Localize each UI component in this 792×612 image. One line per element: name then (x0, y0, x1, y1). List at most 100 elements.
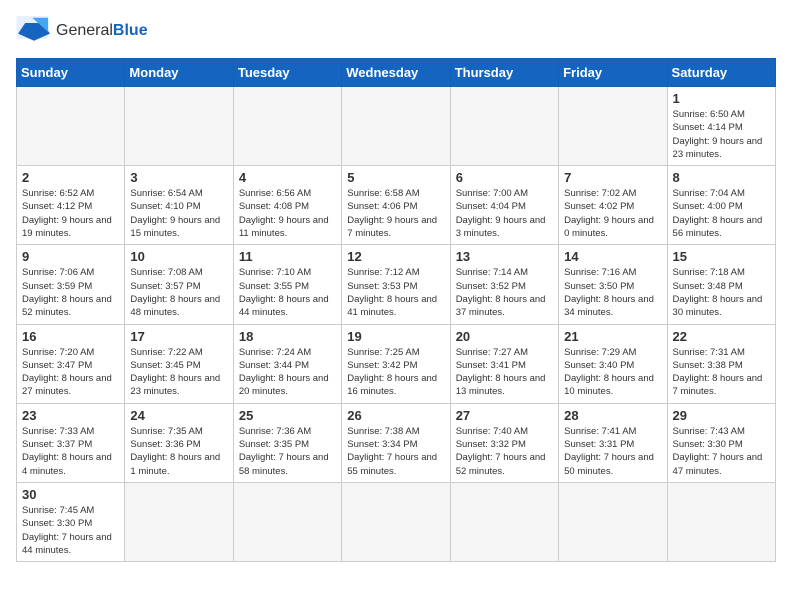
day-number: 27 (456, 408, 553, 423)
day-number: 18 (239, 329, 336, 344)
header-saturday: Saturday (667, 59, 775, 87)
day-info: Sunrise: 6:50 AM Sunset: 4:14 PM Dayligh… (673, 108, 770, 161)
day-info: Sunrise: 7:08 AM Sunset: 3:57 PM Dayligh… (130, 266, 227, 319)
calendar-cell (233, 87, 341, 166)
day-number: 5 (347, 170, 444, 185)
header-wednesday: Wednesday (342, 59, 450, 87)
day-info: Sunrise: 7:02 AM Sunset: 4:02 PM Dayligh… (564, 187, 661, 240)
day-number: 14 (564, 249, 661, 264)
calendar-cell: 26Sunrise: 7:38 AM Sunset: 3:34 PM Dayli… (342, 403, 450, 482)
day-info: Sunrise: 7:38 AM Sunset: 3:34 PM Dayligh… (347, 425, 444, 478)
logo: GeneralBlue (16, 16, 148, 46)
day-info: Sunrise: 7:04 AM Sunset: 4:00 PM Dayligh… (673, 187, 770, 240)
calendar-cell (450, 87, 558, 166)
day-info: Sunrise: 7:41 AM Sunset: 3:31 PM Dayligh… (564, 425, 661, 478)
day-number: 4 (239, 170, 336, 185)
day-number: 3 (130, 170, 227, 185)
calendar-cell: 28 Sunrise: 7:41 AM Sunset: 3:31 PM Dayli… (559, 403, 667, 482)
day-number: 13 (456, 249, 553, 264)
header: GeneralBlue (16, 16, 776, 46)
calendar-cell: 13Sunrise: 7:14 AM Sunset: 3:52 PM Dayli… (450, 245, 558, 324)
calendar-cell (667, 482, 775, 561)
day-info: Sunrise: 7:25 AM Sunset: 3:42 PM Dayligh… (347, 346, 444, 399)
calendar-cell: 6 Sunrise: 7:00 AM Sunset: 4:04 PM Daylig… (450, 166, 558, 245)
calendar-cell (559, 482, 667, 561)
day-number: 25 (239, 408, 336, 423)
header-monday: Monday (125, 59, 233, 87)
day-number: 29 (673, 408, 770, 423)
calendar-cell: 20Sunrise: 7:27 AM Sunset: 3:41 PM Dayli… (450, 324, 558, 403)
calendar-cell: 17Sunrise: 7:22 AM Sunset: 3:45 PM Dayli… (125, 324, 233, 403)
day-number: 1 (673, 91, 770, 106)
calendar-header-row: SundayMondayTuesdayWednesdayThursdayFrid… (17, 59, 776, 87)
calendar-week-row: 1 Sunrise: 6:50 AM Sunset: 4:14 PM Daylig… (17, 87, 776, 166)
calendar-week-row: 23Sunrise: 7:33 AM Sunset: 3:37 PM Dayli… (17, 403, 776, 482)
logo-text: GeneralBlue (56, 22, 148, 40)
day-number: 21 (564, 329, 661, 344)
day-info: Sunrise: 7:20 AM Sunset: 3:47 PM Dayligh… (22, 346, 119, 399)
day-info: Sunrise: 7:24 AM Sunset: 3:44 PM Dayligh… (239, 346, 336, 399)
day-info: Sunrise: 7:45 AM Sunset: 3:30 PM Dayligh… (22, 504, 119, 557)
calendar-cell: 5 Sunrise: 6:58 AM Sunset: 4:06 PM Daylig… (342, 166, 450, 245)
day-info: Sunrise: 6:52 AM Sunset: 4:12 PM Dayligh… (22, 187, 119, 240)
calendar-cell: 4 Sunrise: 6:56 AM Sunset: 4:08 PM Daylig… (233, 166, 341, 245)
day-number: 20 (456, 329, 553, 344)
calendar-week-row: 16 Sunrise: 7:20 AM Sunset: 3:47 PM Dayli… (17, 324, 776, 403)
day-info: Sunrise: 7:35 AM Sunset: 3:36 PM Dayligh… (130, 425, 227, 478)
day-number: 2 (22, 170, 119, 185)
day-info: Sunrise: 7:29 AM Sunset: 3:40 PM Dayligh… (564, 346, 661, 399)
calendar-cell: 11Sunrise: 7:10 AM Sunset: 3:55 PM Dayli… (233, 245, 341, 324)
calendar-cell: 9 Sunrise: 7:06 AM Sunset: 3:59 PM Daylig… (17, 245, 125, 324)
calendar-cell: 3 Sunrise: 6:54 AM Sunset: 4:10 PM Daylig… (125, 166, 233, 245)
day-info: Sunrise: 6:58 AM Sunset: 4:06 PM Dayligh… (347, 187, 444, 240)
calendar-cell: 27 Sunrise: 7:40 AM Sunset: 3:32 PM Dayli… (450, 403, 558, 482)
calendar-cell (125, 482, 233, 561)
day-number: 16 (22, 329, 119, 344)
day-number: 24 (130, 408, 227, 423)
day-info: Sunrise: 7:18 AM Sunset: 3:48 PM Dayligh… (673, 266, 770, 319)
calendar-cell: 7 Sunrise: 7:02 AM Sunset: 4:02 PM Daylig… (559, 166, 667, 245)
calendar-cell: 19 Sunrise: 7:25 AM Sunset: 3:42 PM Dayli… (342, 324, 450, 403)
day-info: Sunrise: 7:31 AM Sunset: 3:38 PM Dayligh… (673, 346, 770, 399)
calendar-table: SundayMondayTuesdayWednesdayThursdayFrid… (16, 58, 776, 562)
calendar-cell: 15 Sunrise: 7:18 AM Sunset: 3:48 PM Dayli… (667, 245, 775, 324)
calendar-cell: 16 Sunrise: 7:20 AM Sunset: 3:47 PM Dayli… (17, 324, 125, 403)
calendar-week-row: 30Sunrise: 7:45 AM Sunset: 3:30 PM Dayli… (17, 482, 776, 561)
calendar-cell (559, 87, 667, 166)
day-info: Sunrise: 7:43 AM Sunset: 3:30 PM Dayligh… (673, 425, 770, 478)
day-number: 8 (673, 170, 770, 185)
day-number: 7 (564, 170, 661, 185)
calendar-cell (125, 87, 233, 166)
day-info: Sunrise: 6:56 AM Sunset: 4:08 PM Dayligh… (239, 187, 336, 240)
calendar-cell (450, 482, 558, 561)
day-number: 9 (22, 249, 119, 264)
calendar-cell: 23Sunrise: 7:33 AM Sunset: 3:37 PM Dayli… (17, 403, 125, 482)
header-friday: Friday (559, 59, 667, 87)
day-number: 28 (564, 408, 661, 423)
calendar-cell: 1 Sunrise: 6:50 AM Sunset: 4:14 PM Daylig… (667, 87, 775, 166)
day-number: 6 (456, 170, 553, 185)
calendar-cell: 24 Sunrise: 7:35 AM Sunset: 3:36 PM Dayli… (125, 403, 233, 482)
day-number: 10 (130, 249, 227, 264)
calendar-cell (342, 87, 450, 166)
day-number: 23 (22, 408, 119, 423)
day-number: 15 (673, 249, 770, 264)
day-info: Sunrise: 7:40 AM Sunset: 3:32 PM Dayligh… (456, 425, 553, 478)
day-number: 22 (673, 329, 770, 344)
day-info: Sunrise: 7:10 AM Sunset: 3:55 PM Dayligh… (239, 266, 336, 319)
header-tuesday: Tuesday (233, 59, 341, 87)
calendar-cell: 12Sunrise: 7:12 AM Sunset: 3:53 PM Dayli… (342, 245, 450, 324)
day-info: Sunrise: 7:06 AM Sunset: 3:59 PM Dayligh… (22, 266, 119, 319)
calendar-cell: 14Sunrise: 7:16 AM Sunset: 3:50 PM Dayli… (559, 245, 667, 324)
day-info: Sunrise: 7:22 AM Sunset: 3:45 PM Dayligh… (130, 346, 227, 399)
calendar-week-row: 2 Sunrise: 6:52 AM Sunset: 4:12 PM Daylig… (17, 166, 776, 245)
calendar-cell: 29 Sunrise: 7:43 AM Sunset: 3:30 PM Dayli… (667, 403, 775, 482)
day-info: Sunrise: 7:00 AM Sunset: 4:04 PM Dayligh… (456, 187, 553, 240)
day-number: 19 (347, 329, 444, 344)
calendar-cell: 30Sunrise: 7:45 AM Sunset: 3:30 PM Dayli… (17, 482, 125, 561)
day-info: Sunrise: 6:54 AM Sunset: 4:10 PM Dayligh… (130, 187, 227, 240)
day-info: Sunrise: 7:36 AM Sunset: 3:35 PM Dayligh… (239, 425, 336, 478)
calendar-cell: 8 Sunrise: 7:04 AM Sunset: 4:00 PM Daylig… (667, 166, 775, 245)
logo-icon (16, 16, 52, 46)
calendar-cell: 2 Sunrise: 6:52 AM Sunset: 4:12 PM Daylig… (17, 166, 125, 245)
